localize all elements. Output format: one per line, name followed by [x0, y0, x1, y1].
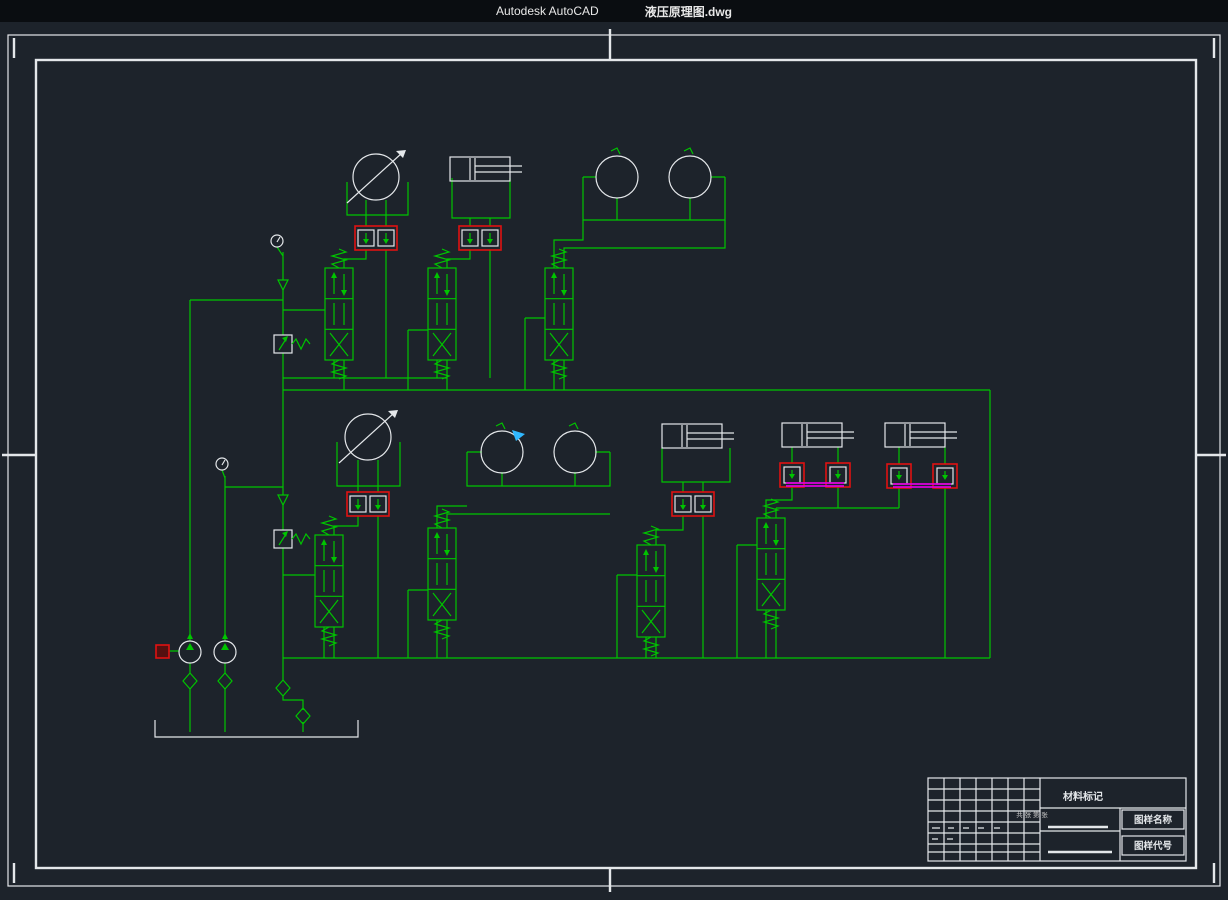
directional-valve-symbol: [428, 509, 456, 639]
sheet-frame: [2, 29, 1226, 892]
drawing-canvas[interactable]: 材料标记 图样名称 图样代号 共 张 第 张: [0, 22, 1228, 900]
drawing-code-label: 图样代号: [1134, 840, 1173, 852]
upper-circuit: [190, 148, 990, 681]
pressure-gauge-symbol: [216, 458, 228, 470]
check-valve-symbol: [278, 280, 288, 290]
highlighted-valve-pair: [780, 463, 850, 487]
check-valve-symbol: [278, 495, 288, 505]
pressure-gauge-symbol: [271, 235, 283, 247]
variable-pump-bracket: [347, 182, 408, 215]
motor-bracket: [583, 177, 725, 220]
filter-symbol: [276, 680, 290, 696]
pump-symbol: [214, 641, 236, 663]
material-mark-label: 材料标记: [1063, 790, 1103, 803]
centering-marks: [2, 29, 1226, 892]
hydraulic-motor-symbol: [669, 148, 711, 198]
directional-valve-symbol: [545, 249, 573, 379]
document-title: 液压原理图.dwg: [645, 3, 732, 20]
motor-box: [156, 645, 169, 658]
hydraulic-motor-symbol: [596, 148, 638, 198]
highlighted-valve-pair: [355, 226, 397, 250]
flow-arrow-icon: [187, 633, 193, 639]
inner-border: [36, 60, 1196, 868]
flow-arrow-icon: [222, 633, 228, 639]
pump-symbol: [179, 641, 201, 663]
relief-valve-symbol: [274, 335, 310, 353]
directional-valve-symbol: [315, 516, 343, 646]
piping: [190, 200, 990, 681]
filter-symbol: [218, 673, 232, 689]
hydraulic-schematic: 材料标记 图样名称 图样代号 共 张 第 张: [0, 0, 1228, 900]
cylinder-bracket: [452, 178, 510, 218]
variable-pump-bracket: [337, 442, 400, 486]
directional-valve-symbol: [325, 249, 353, 379]
highlighted-valve-pair: [459, 226, 501, 250]
power-unit: [155, 633, 358, 737]
hydraulic-cylinder-symbol: [782, 423, 854, 447]
hydraulic-cylinder-symbol: [450, 157, 522, 181]
highlighted-valve-pair: [672, 492, 714, 516]
hydraulic-cylinder-symbol: [662, 424, 734, 448]
pages-note: 共 张 第 张: [1016, 810, 1048, 819]
filter-symbol: [183, 673, 197, 689]
directional-valve-symbol: [637, 526, 665, 656]
motor-bracket: [467, 452, 610, 486]
drawing-name-label: 图样名称: [1134, 814, 1173, 826]
variable-pump-symbol: [339, 410, 398, 463]
directional-valve-symbol: [757, 499, 785, 629]
hydraulic-cylinder-symbol: [885, 423, 957, 447]
tank-symbol: [155, 720, 358, 737]
lower-circuit: [216, 410, 990, 658]
app-title: Autodesk AutoCAD: [496, 4, 599, 18]
filter-symbol: [296, 708, 310, 724]
title-block: 材料标记 图样名称 图样代号 共 张 第 张: [928, 778, 1186, 861]
highlighted-valve-pair: [347, 492, 389, 516]
hydraulic-motor-symbol: [481, 423, 523, 473]
hydraulic-motor-symbol: [554, 423, 596, 473]
directional-valve-symbol: [428, 249, 456, 379]
highlighted-valve-pair: [887, 464, 957, 488]
titlebar: Autodesk AutoCAD 液压原理图.dwg: [0, 0, 1228, 22]
variable-pump-symbol: [347, 150, 406, 203]
relief-valve-symbol: [274, 530, 310, 548]
cylinder-bracket: [662, 448, 730, 482]
corner-marks: [14, 38, 1214, 883]
